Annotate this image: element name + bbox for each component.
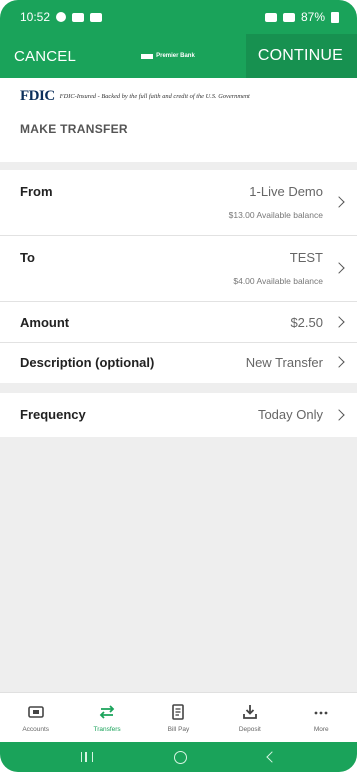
amount-value: $2.50	[290, 315, 323, 330]
app-header: CANCEL Premier Bank CONTINUE	[0, 34, 357, 78]
status-bar: 10:52 87%	[0, 0, 357, 34]
continue-button[interactable]: CONTINUE	[245, 34, 357, 78]
tab-transfers[interactable]: Transfers	[77, 703, 137, 733]
from-label: From	[20, 184, 53, 199]
tab-label: Bill Pay	[167, 725, 190, 733]
tab-label: Transfers	[93, 725, 121, 733]
bank-logo: Premier Bank	[141, 53, 195, 59]
to-value: TEST	[289, 250, 323, 265]
signal-icon	[282, 12, 295, 22]
description-label: Description (optional)	[20, 355, 155, 370]
frequency-value: Today Only	[257, 407, 323, 422]
tab-accounts[interactable]: Accounts	[6, 703, 66, 733]
mute-icon	[264, 12, 277, 22]
accounts-icon	[27, 705, 44, 718]
back-icon[interactable]	[266, 751, 278, 763]
tab-bill-pay[interactable]: Bill Pay	[148, 703, 208, 733]
from-value: 1-Live Demo	[249, 184, 323, 199]
tab-label: More	[313, 725, 329, 733]
battery-percent: 87%	[300, 10, 325, 24]
status-time: 10:52	[20, 10, 51, 24]
frequency-row[interactable]: Frequency Today Only	[0, 393, 357, 437]
recent-apps-icon[interactable]	[80, 752, 93, 762]
status-left: 10:52	[20, 10, 103, 24]
description-row[interactable]: Description (optional) New Transfer	[0, 343, 357, 383]
frequency-label: Frequency	[20, 407, 86, 422]
transfer-details-section: From 1-Live Demo $13.00 Available balanc…	[0, 170, 357, 383]
tab-label: Accounts	[22, 725, 50, 733]
description-value: New Transfer	[245, 355, 323, 370]
from-row[interactable]: From 1-Live Demo $13.00 Available balanc…	[0, 170, 357, 236]
cancel-button[interactable]: CANCEL	[0, 34, 90, 78]
tab-deposit[interactable]: Deposit	[220, 703, 280, 733]
system-nav-bar	[0, 742, 357, 772]
fdic-logo: FDIC	[20, 88, 55, 104]
to-balance: $4.00 Available balance	[233, 276, 323, 286]
page-header: FDIC FDIC-Insured - Backed by the full f…	[0, 78, 357, 162]
chevron-right-icon	[333, 356, 345, 368]
notification-icon	[90, 12, 103, 22]
chevron-right-icon	[333, 262, 345, 274]
fdic-text: FDIC-Insured - Backed by the full faith …	[59, 93, 250, 100]
voicemail-icon	[72, 12, 85, 22]
tab-more[interactable]: More	[291, 703, 351, 733]
amount-label: Amount	[20, 315, 70, 330]
to-row[interactable]: To TEST $4.00 Available balance	[0, 236, 357, 302]
status-right: 87%	[264, 10, 339, 24]
chevron-right-icon	[333, 409, 345, 421]
amount-row[interactable]: Amount $2.50	[0, 302, 357, 343]
more-icon	[314, 711, 328, 714]
bank-logo-mark-icon	[141, 53, 154, 59]
page-title: MAKE TRANSFER	[20, 122, 128, 136]
to-label: To	[20, 250, 35, 265]
transfers-icon	[99, 704, 115, 719]
tab-label: Deposit	[238, 725, 261, 733]
bill-pay-icon	[172, 703, 185, 720]
home-icon[interactable]	[173, 750, 187, 764]
fdic-notice: FDIC FDIC-Insured - Backed by the full f…	[20, 88, 250, 105]
frequency-section: Frequency Today Only	[0, 393, 357, 437]
from-balance: $13.00 Available balance	[228, 210, 323, 220]
chat-icon	[56, 12, 67, 22]
deposit-icon	[242, 704, 257, 719]
phone-screen: 10:52 87% CANCEL Premier Bank CONTINUE F…	[0, 0, 357, 772]
bottom-tab-bar: Accounts Transfers Bill Pay Deposit More	[0, 692, 357, 742]
bank-logo-text: Premier Bank	[156, 53, 195, 59]
chevron-right-icon	[333, 316, 345, 328]
battery-icon	[331, 11, 339, 23]
chevron-right-icon	[333, 196, 345, 208]
